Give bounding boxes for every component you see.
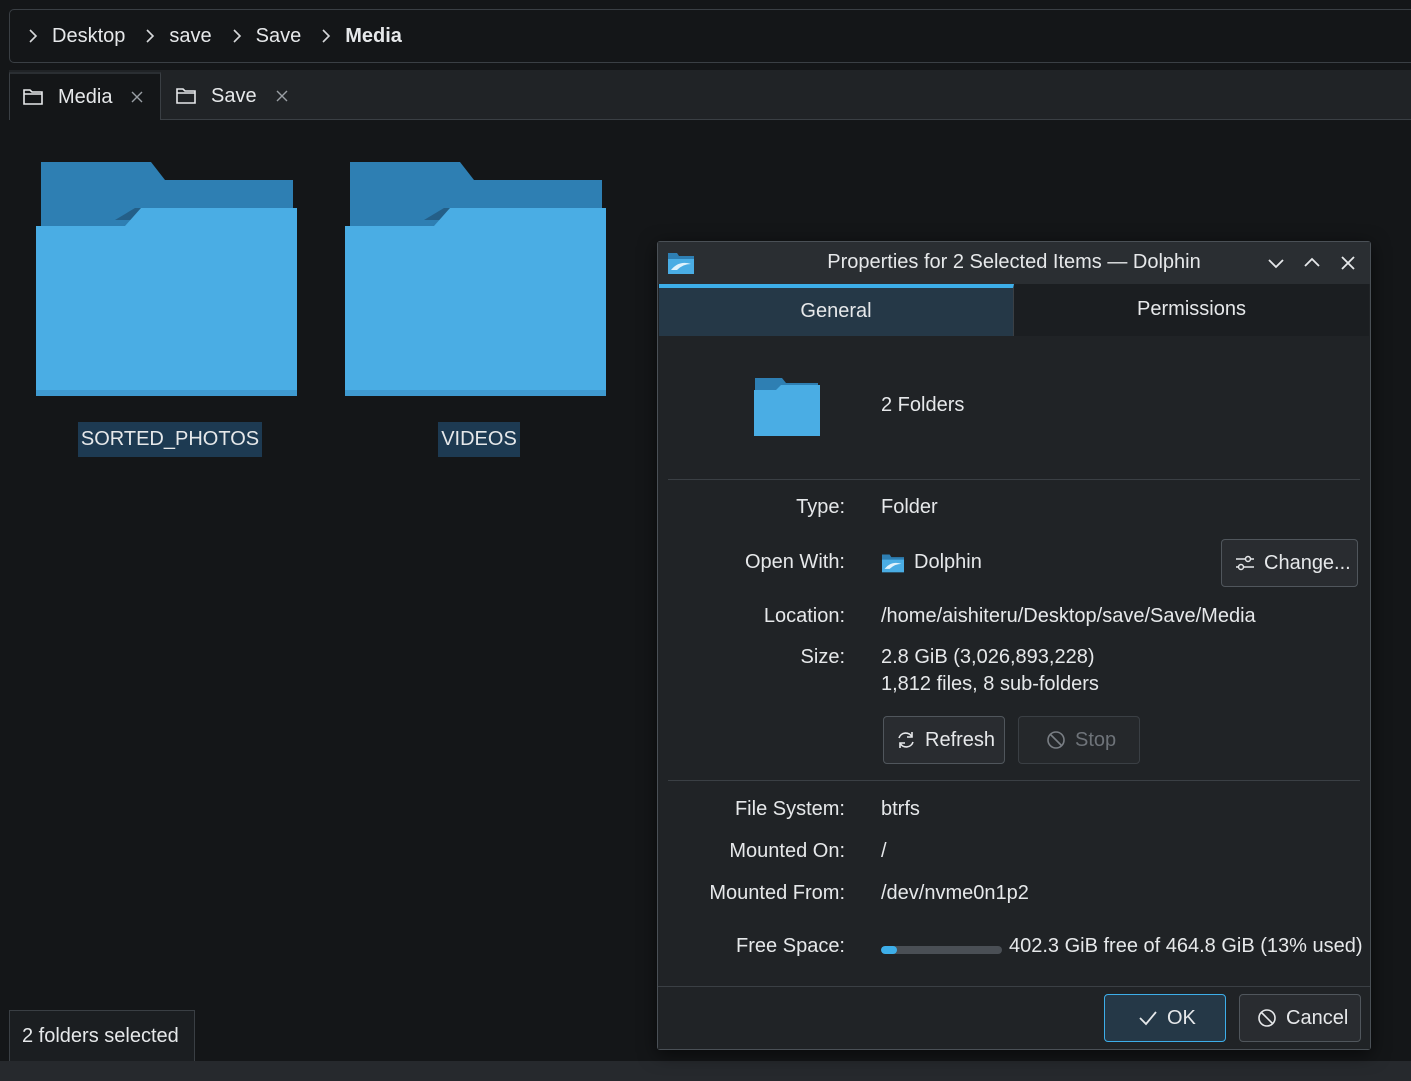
breadcrumb-label: Save (255, 24, 302, 47)
properties-dialog: Properties for 2 Selected Items — Dolphi… (657, 241, 1371, 1050)
breadcrumb-item-media[interactable]: Media (315, 25, 416, 48)
breadcrumb-item-save-2[interactable]: Save (226, 25, 316, 48)
breadcrumb-item-save[interactable]: save (139, 25, 225, 48)
folder-item[interactable]: VIDEOS (344, 160, 614, 460)
free-space-label: Free Space: (736, 935, 845, 957)
selection-summary: 2 Folders (881, 394, 965, 416)
close-icon[interactable] (130, 90, 144, 104)
dialog-tabs: General Permissions (659, 284, 1369, 336)
settings-sliders-icon (1236, 555, 1254, 571)
close-icon[interactable] (1338, 253, 1358, 273)
refresh-button-label: Refresh (925, 728, 996, 751)
chevron-right-icon (322, 29, 331, 43)
tab-media[interactable]: Media (9, 72, 161, 120)
breadcrumb: Desktop save Save Media (9, 9, 1411, 63)
file-system-label: File System: (734, 798, 845, 820)
folder-icon (23, 89, 43, 105)
location-value[interactable]: /home/aishiteru/Desktop/save/Save/Media (881, 605, 1256, 628)
mounted-from-label: Mounted From: (709, 882, 845, 904)
type-label: Type: (796, 496, 845, 518)
dolphin-app-icon (882, 554, 904, 572)
tab-label: Save (211, 84, 257, 107)
size-label: Size: (800, 646, 845, 668)
status-bar: 2 folders selected (9, 1010, 195, 1062)
dolphin-window: Desktop save Save Media Media Save SORTE… (0, 0, 1411, 1081)
open-with-label: Open With: (744, 551, 845, 573)
minimize-icon[interactable] (1266, 253, 1286, 273)
change-button[interactable]: Change... (1221, 539, 1358, 587)
ok-button-label: OK (1167, 1006, 1196, 1029)
status-text: 2 folders selected (22, 1025, 179, 1047)
breadcrumb-item-desktop[interactable]: Desktop (22, 25, 139, 48)
dialog-title: Properties for 2 Selected Items — Dolphi… (827, 251, 1201, 273)
cancel-button[interactable]: Cancel (1239, 994, 1361, 1042)
refresh-button[interactable]: Refresh (883, 716, 1005, 764)
tab-bar: Media Save (9, 70, 1411, 120)
folder-icon (176, 88, 196, 104)
bottom-bar (0, 1061, 1411, 1081)
location-label: Location: (763, 605, 845, 627)
breadcrumb-label: Desktop (52, 24, 126, 47)
folder-item[interactable]: SORTED_PHOTOS (35, 160, 305, 460)
free-space-value: 402.3 GiB free of 464.8 GiB (13% used) (1009, 935, 1363, 957)
mounted-on-value: / (881, 840, 887, 862)
maximize-icon[interactable] (1302, 253, 1322, 273)
stop-button-label: Stop (1075, 728, 1117, 751)
folder-name: SORTED_PHOTOS (35, 422, 305, 457)
stop-icon (1047, 731, 1065, 749)
open-with-value: Dolphin (881, 551, 982, 574)
size-detail: 1,812 files, 8 sub-folders (881, 673, 1099, 695)
dialog-button-box: OK Cancel (658, 986, 1370, 1049)
breadcrumb-label: Media (345, 24, 402, 47)
separator (668, 780, 1360, 781)
tab-label: Media (58, 85, 113, 108)
dialog-titlebar[interactable]: Properties for 2 Selected Items — Dolphi… (658, 242, 1370, 284)
tab-save[interactable]: Save (163, 72, 303, 120)
folder-icon (345, 162, 606, 396)
close-icon[interactable] (275, 89, 289, 103)
mounted-on-label: Mounted On: (729, 840, 845, 862)
tab-permissions[interactable]: Permissions (1014, 284, 1369, 336)
chevron-right-icon (233, 29, 241, 43)
separator (668, 479, 1360, 480)
tab-general[interactable]: General (659, 284, 1014, 336)
folder-name-text: VIDEOS (438, 422, 520, 457)
mounted-from-value: /dev/nvme0n1p2 (881, 882, 1029, 904)
open-with-app-name: Dolphin (914, 551, 982, 573)
size-value: 2.8 GiB (3,026,893,228) (881, 646, 1095, 668)
folder-name: VIDEOS (344, 422, 614, 457)
refresh-icon (898, 732, 914, 748)
cancel-button-label: Cancel (1286, 1006, 1349, 1029)
folder-name-text: SORTED_PHOTOS (77, 422, 263, 457)
free-space-bar-fill (881, 946, 897, 954)
folder-icon (36, 162, 297, 396)
type-value: Folder (881, 496, 938, 518)
chevron-right-icon (146, 29, 155, 43)
folder-icon[interactable] (754, 376, 820, 436)
chevron-right-icon (29, 29, 38, 43)
free-space-bar (881, 946, 1002, 954)
stop-button[interactable]: Stop (1018, 716, 1140, 764)
cancel-icon (1258, 1009, 1276, 1027)
change-button-label: Change... (1264, 551, 1351, 574)
file-system-value: btrfs (881, 798, 920, 820)
general-page: 2 Folders Type: Folder Open With: Dolphi… (658, 336, 1370, 986)
checkmark-icon (1139, 1011, 1157, 1026)
ok-button[interactable]: OK (1104, 994, 1226, 1042)
breadcrumb-label: save (169, 24, 212, 47)
